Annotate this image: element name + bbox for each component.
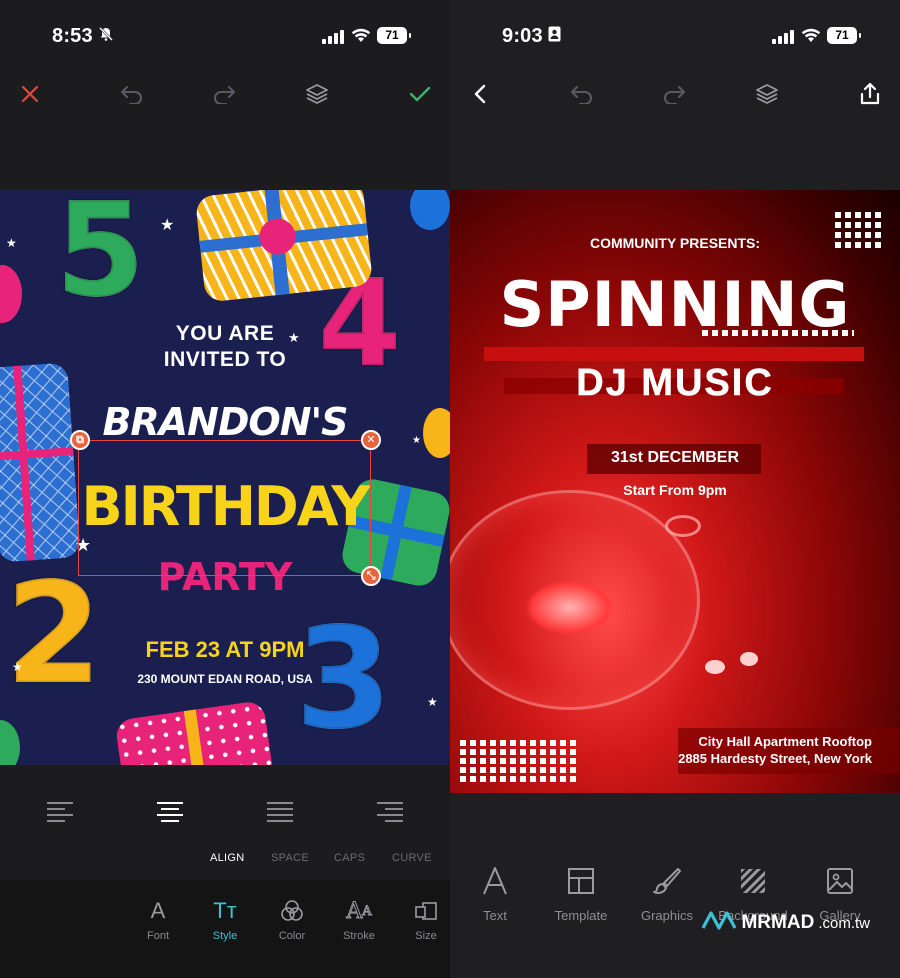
font-icon: A [150,898,166,923]
dots-pattern-icon [835,212,881,248]
close-icon[interactable] [16,80,44,108]
option-caps[interactable]: CAPS [334,852,365,864]
align-right-icon[interactable] [377,802,403,822]
watermark-brand: MRMAD [741,912,815,933]
tab-graphics-label: Graphics [640,908,694,923]
resize-handle-icon[interactable]: ⤡ [361,566,381,586]
balloon-5-icon: 5 [53,190,146,326]
tab-template-label: Template [554,908,608,923]
redo-icon[interactable] [660,80,688,108]
invite-line-2: INVITED TO [163,348,287,371]
balloon-green-icon [0,720,20,765]
color-icon [262,896,322,926]
star-icon: ★ [6,236,17,250]
wifi-icon [351,28,371,48]
dots-pattern-icon [460,740,576,782]
star-icon: ★ [160,217,175,234]
balloon-pink-icon [0,265,22,323]
focus-mode-icon [548,26,561,46]
gallery-icon [800,862,880,900]
knob-icon [665,515,701,537]
redo-icon[interactable] [210,80,238,108]
tab-stroke[interactable]: AA Stroke [329,896,389,942]
tab-text[interactable]: Text [455,862,535,923]
poster-venue-line-1: City Hall Apartment Rooftop [698,734,872,749]
template-icon [541,862,621,900]
option-align[interactable]: ALIGN [210,852,245,864]
invite-line-1: YOU ARE [175,322,275,345]
knob-icon [740,652,758,666]
undo-icon[interactable] [568,80,596,108]
status-time: 8:53 [52,25,93,47]
stroke-icon: AA [346,898,372,924]
poster-venue-line-2: 2885 Hardesty Street, New York [678,751,872,766]
check-icon[interactable] [406,80,434,108]
editor-panel-left: 8:53 71 5 4 2 3 ★ ★ ★ ★ ★ ★ ★ YOU ARE IN… [0,0,450,978]
tab-color[interactable]: Color [262,896,322,942]
silent-bell-icon [98,26,114,46]
style-icon: Tт [213,898,237,923]
poster-date: 31st DECEMBER [610,449,740,466]
poster-address: 230 MOUNT EDAN ROAD, USA [137,672,313,686]
alignment-options [0,782,450,842]
share-icon[interactable] [856,80,884,108]
tab-size-label: Size [415,930,437,942]
turntable-platter-icon [525,580,615,635]
align-center-icon[interactable] [157,802,183,822]
mrmad-logo-icon [701,910,737,936]
dotted-underline-icon [702,330,854,336]
poster-date: FEB 23 AT 9PM [145,637,305,662]
layers-icon[interactable] [303,80,331,108]
text-tool-tabs: A Font Tт Style Color AA Stroke Size [0,880,450,978]
poster-start-time: Start From 9pm [623,482,727,498]
back-chevron-icon[interactable] [466,80,494,108]
text-selection-box[interactable] [78,440,371,576]
poster-canvas[interactable]: COMMUNITY PRESENTS: SPINNING DJ MUSIC 31… [450,190,900,793]
watermark-suffix: .com.tw [818,914,870,932]
tab-stroke-label: Stroke [343,930,375,942]
tab-graphics[interactable]: Graphics [627,862,707,923]
tab-text-label: Text [483,908,507,923]
brush-icon [627,862,707,900]
poster-canvas[interactable]: 5 4 2 3 ★ ★ ★ ★ ★ ★ ★ YOU ARE INVITED TO… [0,190,450,765]
watermark: MRMAD .com.tw [701,910,870,936]
cellular-signal-icon [772,30,794,44]
star-icon: ★ [427,695,438,709]
copy-handle-icon[interactable]: ⧉ [70,430,90,450]
align-left-icon[interactable] [47,802,73,822]
option-space[interactable]: SPACE [271,852,309,864]
poster-name[interactable]: BRANDON'S [0,400,450,444]
tab-template[interactable]: Template [541,862,621,923]
status-bar: 8:53 71 [0,0,450,70]
size-icon [396,896,450,926]
cellular-signal-icon [322,30,344,44]
gift-yellow-icon [194,190,374,303]
tab-size[interactable]: Size [396,896,450,942]
tab-style-label: Style [212,930,238,942]
text-icon [455,862,535,900]
editor-panel-right: 9:03 71 COMMUNITY PRESENTS: SPINNING DJ … [450,0,900,978]
option-curve[interactable]: CURVE [392,852,432,864]
knob-icon [705,660,725,674]
tab-font[interactable]: A Font [128,896,188,942]
tab-style[interactable]: Tт Style [195,896,255,942]
poster-presents: COMMUNITY PRESENTS: [589,235,761,251]
status-bar: 9:03 71 [450,0,900,70]
status-time: 9:03 [502,25,543,47]
red-bar [484,347,864,361]
delete-handle-icon[interactable]: ✕ [361,430,381,450]
text-option-tabs: ALIGN SPACE CAPS CURVE [0,852,450,872]
layers-icon[interactable] [753,80,781,108]
battery-indicator: 71 [377,27,411,44]
tab-font-label: Font [146,930,169,942]
balloon-blue-icon [410,190,450,230]
background-pattern-icon [713,862,793,900]
align-justify-icon[interactable] [267,802,293,822]
wifi-icon [801,28,821,48]
poster-subtitle[interactable]: DJ MUSIC [450,362,900,405]
undo-icon[interactable] [118,80,146,108]
tab-color-label: Color [278,930,306,942]
battery-indicator: 71 [827,27,861,44]
gift-pink-icon [114,700,276,765]
